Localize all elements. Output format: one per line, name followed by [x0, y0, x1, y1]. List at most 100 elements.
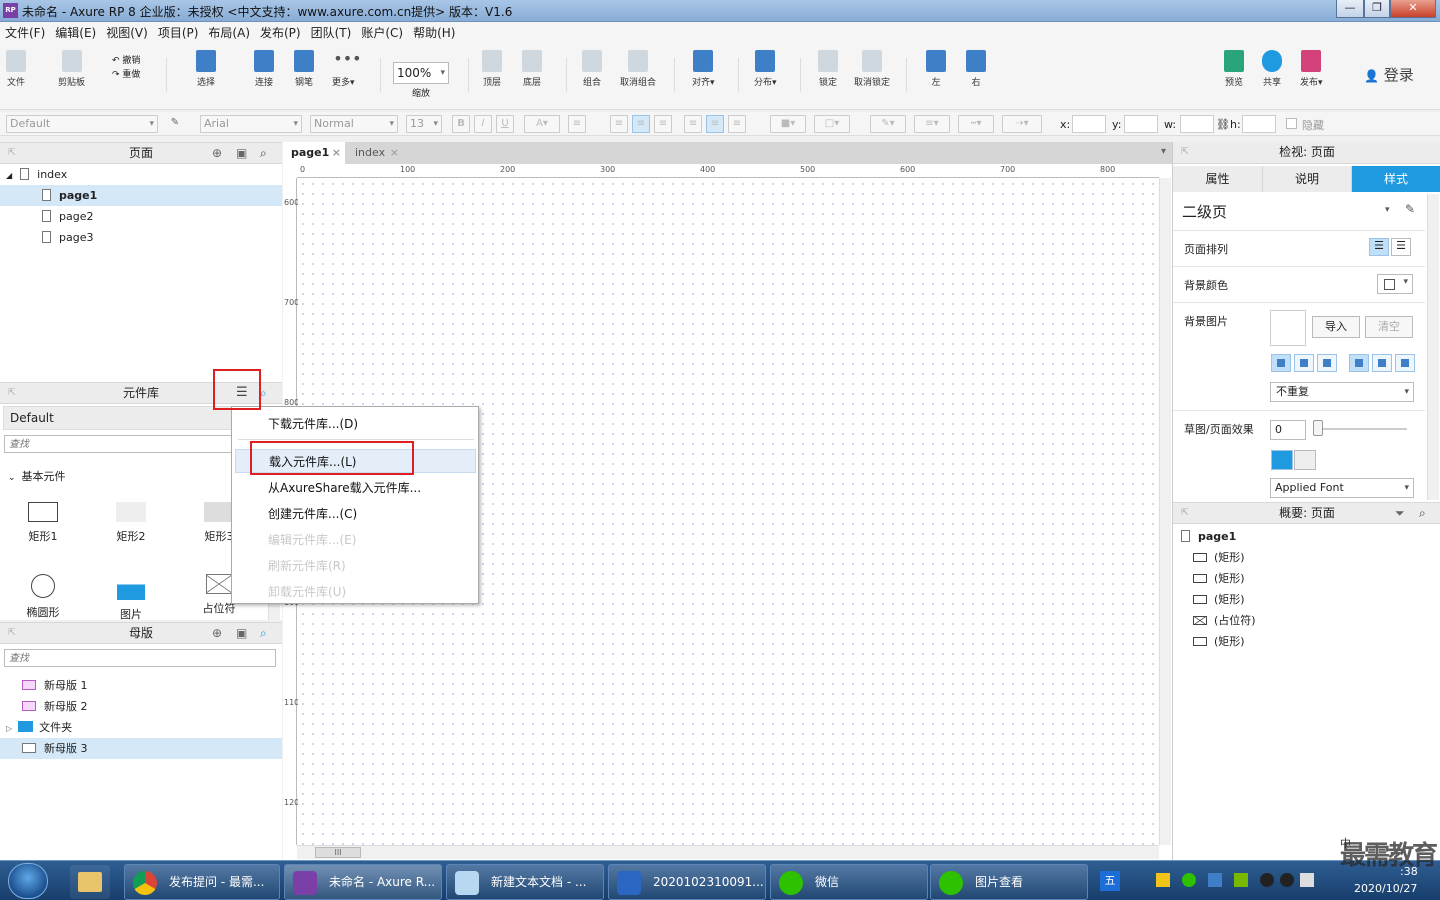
taskbar-item-notepad[interactable]: 新建文本文档 - ... [446, 864, 604, 900]
bring-to-top-button[interactable]: 顶层 [482, 50, 502, 88]
outline-item[interactable]: (矩形) [1193, 589, 1245, 610]
align-center-page-icon[interactable]: ☰ [1391, 238, 1411, 256]
collapse-icon[interactable]: ⇱ [1181, 142, 1189, 162]
image-align-top-icon[interactable] [1349, 354, 1369, 372]
tray-player-icon[interactable] [1156, 873, 1170, 887]
unlock-button[interactable]: 取消锁定 [854, 50, 890, 88]
tabs-dropdown-icon[interactable]: ▾ [1161, 146, 1166, 157]
style-select[interactable]: Default [6, 115, 158, 133]
outline-item[interactable]: (矩形) [1193, 631, 1245, 652]
font-color-icon[interactable]: A▾ [524, 115, 560, 133]
align-center-icon[interactable]: ≡ [632, 115, 650, 133]
tray-shield-icon[interactable] [1208, 873, 1222, 887]
valign-middle-icon[interactable]: ≡ [706, 115, 724, 133]
collapse-icon[interactable]: ⇱ [8, 143, 16, 163]
lock-ratio-icon[interactable]: ⛓ [1216, 118, 1230, 131]
menu-account[interactable]: 账户(C) [356, 22, 408, 44]
arrow-style-icon[interactable]: ⇢▾ [1002, 115, 1042, 133]
file-button[interactable]: 文件 [6, 50, 26, 88]
tab-index[interactable]: index × [347, 142, 403, 164]
align-left-page-icon[interactable]: ☰ [1369, 238, 1389, 256]
fill-color-icon[interactable]: ■▾ [770, 115, 806, 133]
image-align-right-icon[interactable] [1317, 354, 1337, 372]
widget-ellipse[interactable]: 椭圆形 [14, 574, 72, 620]
tray-nvidia-icon[interactable] [1234, 873, 1248, 887]
left-panel-toggle-button[interactable]: 左 [926, 50, 946, 88]
explorer-taskbar-button[interactable] [70, 865, 110, 899]
send-to-bottom-button[interactable]: 底层 [522, 50, 542, 88]
menu-download-library[interactable]: 下载元件库...(D) [235, 412, 476, 436]
collapse-icon[interactable]: ⇱ [8, 623, 16, 643]
tray-qq-icon[interactable] [1280, 873, 1294, 887]
tray-qq-icon[interactable] [1260, 873, 1274, 887]
master-folder[interactable]: ▷ 文件夹 [0, 717, 282, 738]
preview-button[interactable]: 预览 [1224, 50, 1244, 88]
font-select[interactable]: Applied Font ▾ [1270, 478, 1414, 498]
search-icon[interactable]: ⌕ [1419, 503, 1426, 523]
ime-toggle-icon[interactable]: 五 [1100, 871, 1120, 891]
color-mode-icon[interactable] [1271, 450, 1293, 470]
inspector-scrollbar[interactable] [1427, 194, 1439, 500]
menu-view[interactable]: 视图(V) [101, 22, 153, 44]
taskbar-item-image-viewer[interactable]: 图片查看 [930, 864, 1088, 900]
menu-project[interactable]: 项目(P) [153, 22, 204, 44]
connect-tool-button[interactable]: 连接 [254, 50, 274, 88]
undo-button[interactable]: ↶ 撤销 [112, 54, 140, 68]
align-button[interactable]: 对齐▾ [692, 50, 715, 88]
line-color-icon[interactable]: ✎▾ [870, 115, 906, 133]
valign-bottom-icon[interactable]: ≡ [728, 115, 746, 133]
valign-top-icon[interactable]: ≡ [684, 115, 702, 133]
style-editor-icon[interactable]: ✎ [166, 115, 184, 133]
menu-create-library[interactable]: 创建元件库...(C) [235, 502, 476, 526]
line-style-icon[interactable]: ┅▾ [958, 115, 994, 133]
canvas-vscrollbar[interactable] [1159, 178, 1171, 845]
taskbar-item-wechat[interactable]: 微信 [770, 864, 928, 900]
page-item-page1[interactable]: page1 [0, 185, 282, 206]
add-folder-icon[interactable]: ▣ [236, 623, 247, 643]
widget-image[interactable]: 图片 [102, 574, 160, 622]
x-input[interactable] [1072, 115, 1106, 133]
bg-image-preview[interactable] [1270, 310, 1306, 346]
page-name[interactable]: 二级页 [1182, 201, 1227, 222]
group-button[interactable]: 组合 [582, 50, 602, 88]
weight-select[interactable]: Normal [310, 115, 398, 133]
library-category[interactable]: ⌄ 基本元件 [8, 468, 66, 484]
image-align-middle-icon[interactable] [1372, 354, 1392, 372]
widget-rect1[interactable]: 矩形1 [14, 502, 72, 544]
clear-button[interactable]: 清空 [1365, 316, 1413, 338]
master-item-1[interactable]: 新母版 1 [0, 675, 282, 696]
bold-icon[interactable]: B [452, 115, 470, 133]
shadow-icon[interactable]: □▾ [814, 115, 850, 133]
masters-search-input[interactable] [4, 649, 276, 667]
chevron-down-icon[interactable]: ▾ [1385, 205, 1390, 215]
tab-style[interactable]: 样式 [1352, 166, 1440, 192]
redo-button[interactable]: ↷ 重做 [112, 68, 140, 82]
font-select[interactable]: Arial [200, 115, 302, 133]
search-icon[interactable]: ⌕ [260, 143, 267, 163]
select-tool-button[interactable]: 选择 [196, 50, 216, 88]
close-icon[interactable]: × [332, 142, 341, 164]
outline-item[interactable]: (占位符) [1193, 610, 1256, 631]
tray-network-icon[interactable] [1300, 873, 1314, 887]
h-input[interactable] [1242, 115, 1276, 133]
minimize-button[interactable]: — [1336, 0, 1364, 18]
add-master-icon[interactable]: ⊕ [212, 623, 222, 643]
right-panel-toggle-button[interactable]: 右 [966, 50, 986, 88]
canvas-hscrollbar[interactable]: III [297, 845, 1159, 859]
image-align-center-icon[interactable] [1294, 354, 1314, 372]
sketch-input[interactable]: 0 [1270, 420, 1306, 440]
maximize-button[interactable]: ❐ [1364, 0, 1390, 18]
font-size-select[interactable]: 13 [406, 115, 442, 133]
menu-publish[interactable]: 发布(P) [255, 22, 306, 44]
menu-file[interactable]: 文件(F) [0, 22, 50, 44]
sketch-slider-thumb[interactable] [1313, 420, 1323, 436]
lock-button[interactable]: 锁定 [818, 50, 838, 88]
hide-checkbox[interactable] [1286, 118, 1297, 129]
w-input[interactable] [1180, 115, 1214, 133]
menu-team[interactable]: 团队(T) [306, 22, 357, 44]
master-item-2[interactable]: 新母版 2 [0, 696, 282, 717]
close-button[interactable]: ✕ [1390, 0, 1436, 18]
line-width-icon[interactable]: ≡▾ [914, 115, 950, 133]
taskbar-item-axure[interactable]: 未命名 - Axure R... [284, 864, 442, 900]
taskbar-item-word[interactable]: 2020102310091... [608, 864, 766, 900]
